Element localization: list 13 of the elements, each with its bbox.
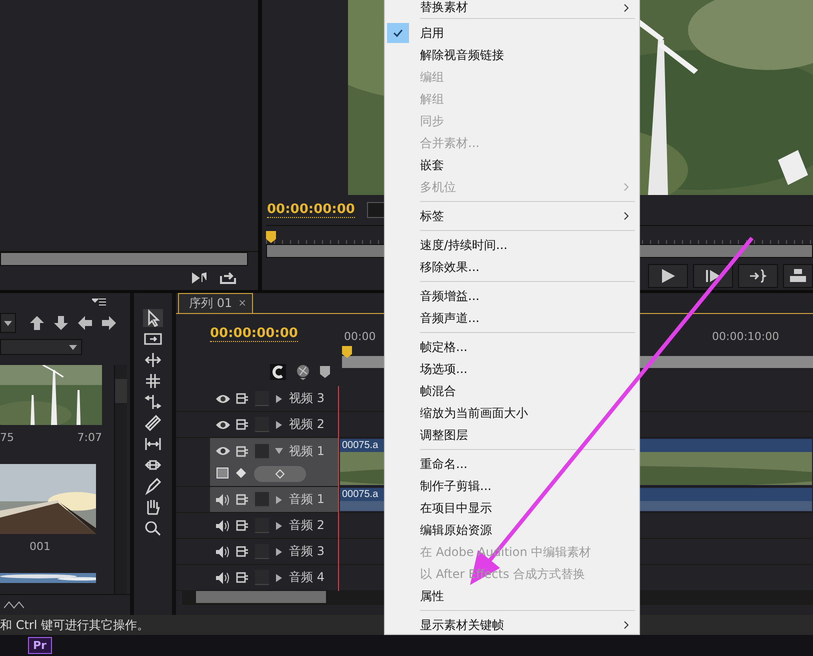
- track-name: 视频 3: [289, 390, 324, 407]
- status-text: 和 Ctrl 键可进行其它操作。: [0, 616, 149, 634]
- clip-name: 001: [30, 540, 50, 553]
- track-name: 视频 2: [289, 416, 324, 433]
- track-name: 音频 1: [289, 491, 324, 508]
- ruler-label: 00:00: [344, 330, 376, 343]
- track-name: 音频 3: [289, 543, 324, 560]
- track-name: 音频 2: [289, 517, 324, 534]
- clip-duration: 7:07: [77, 431, 102, 444]
- ruler-label: 00:00:10:00: [712, 330, 780, 343]
- clip-name: 75: [0, 431, 14, 444]
- track-name: 音频 4: [289, 569, 324, 586]
- track-name: 视频 1: [289, 442, 324, 460]
